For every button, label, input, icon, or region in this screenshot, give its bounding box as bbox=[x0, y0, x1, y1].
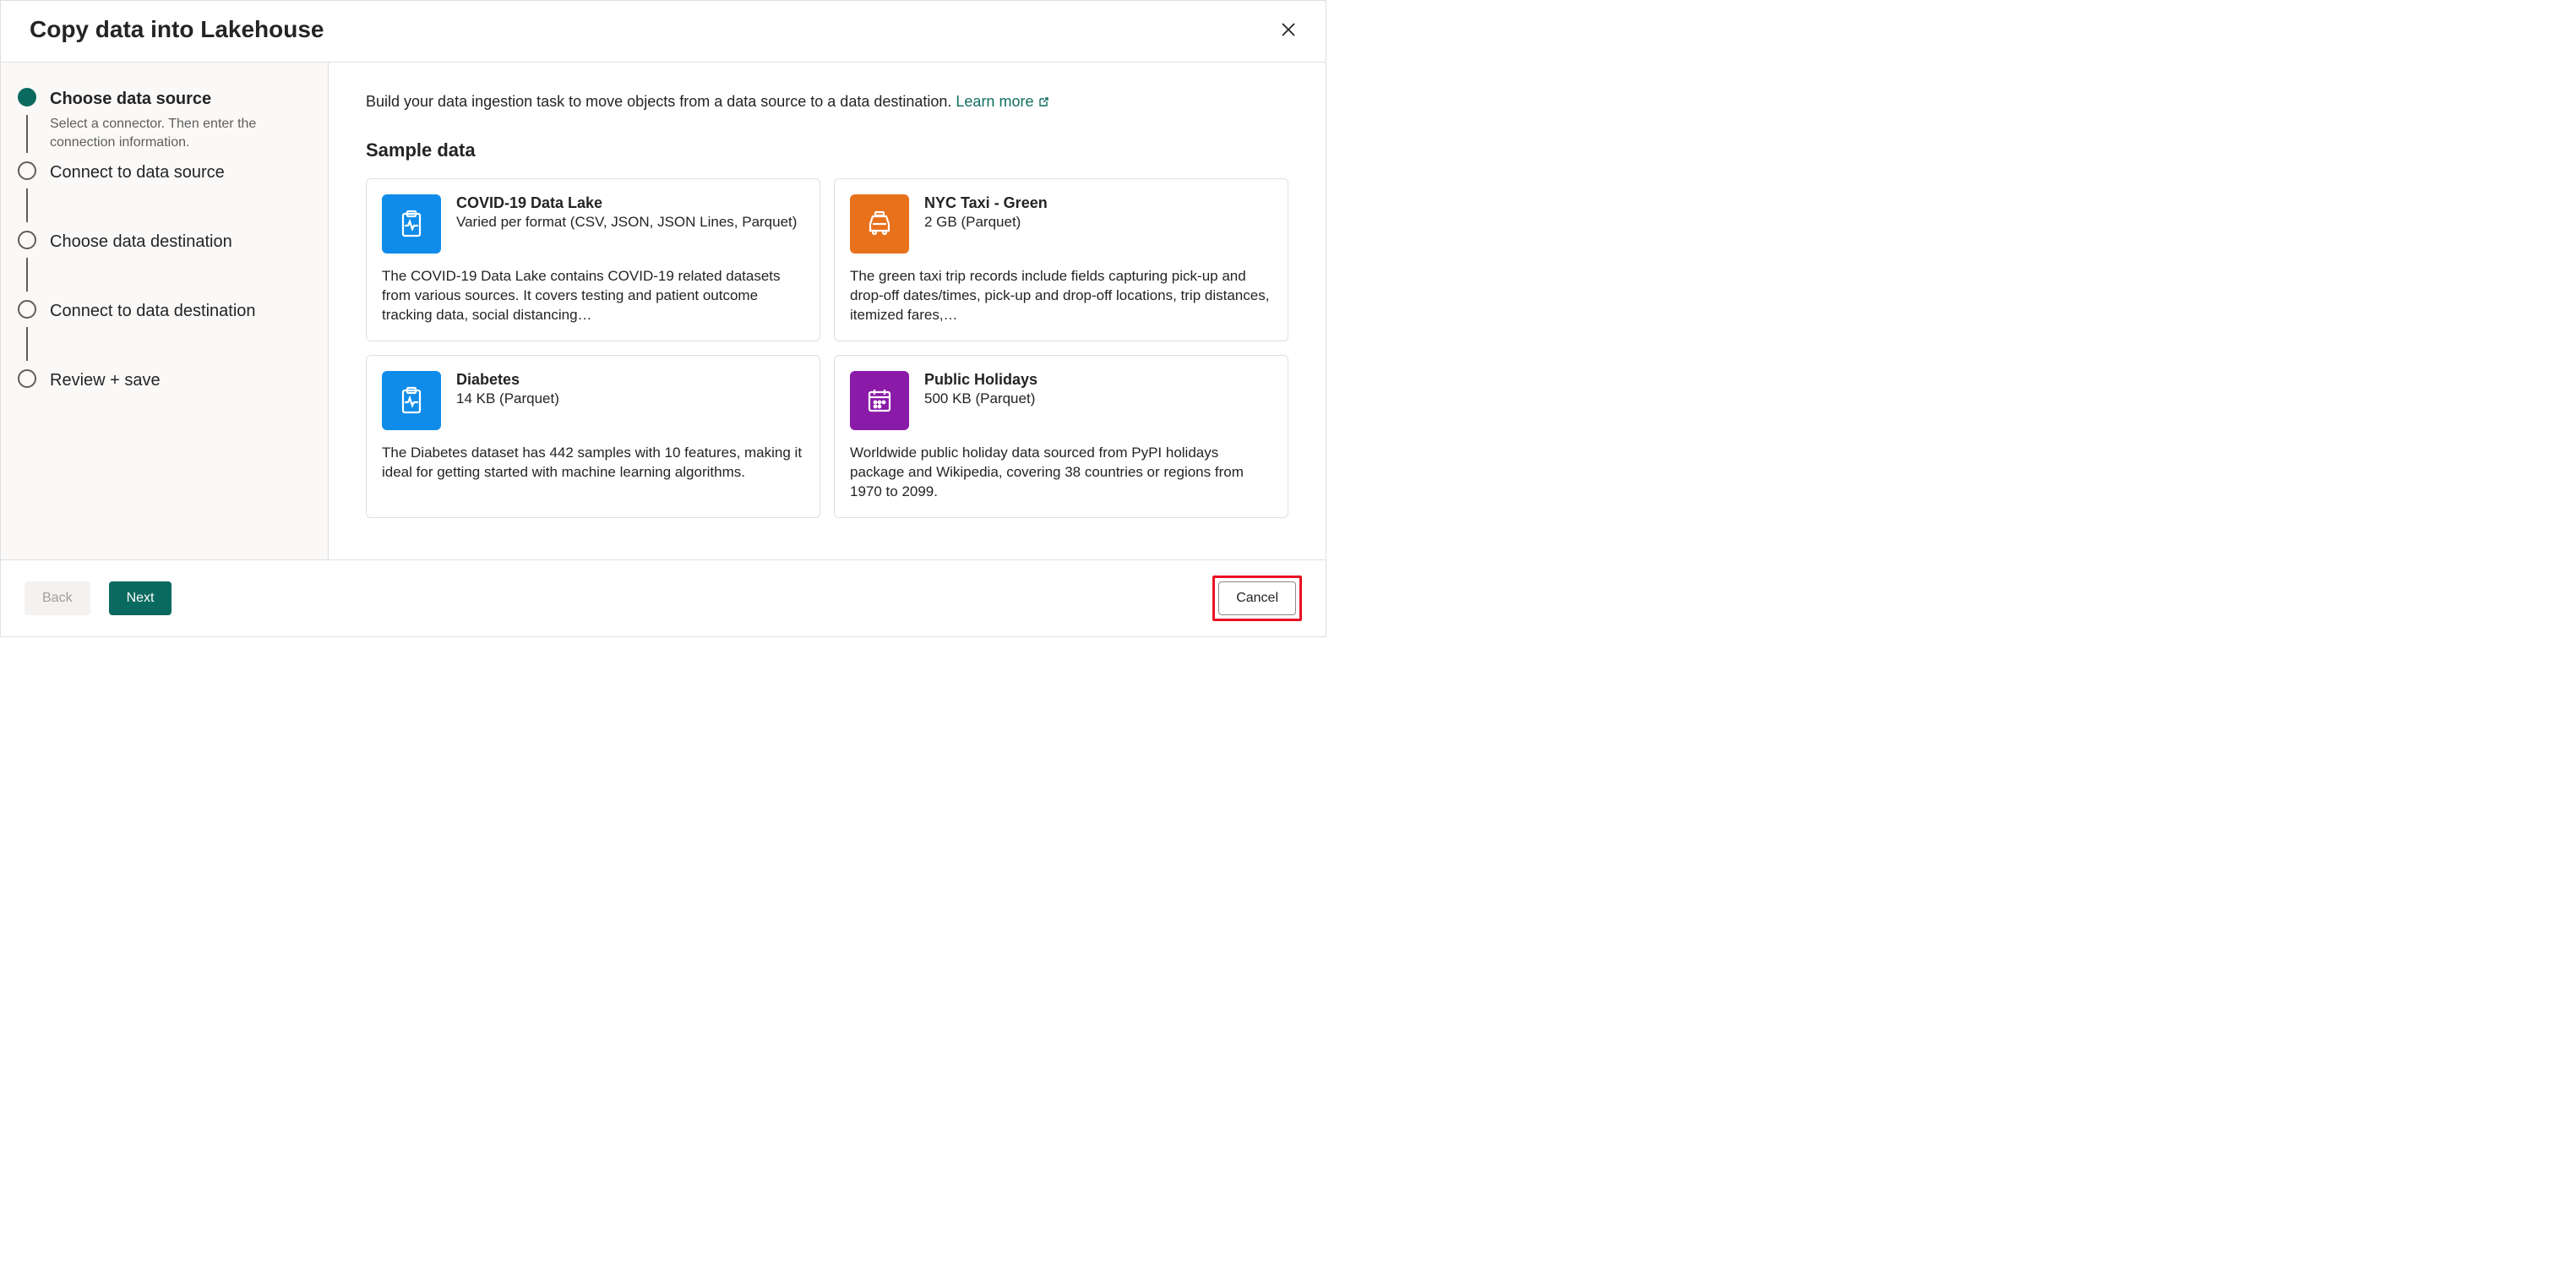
learn-more-link[interactable]: Learn more bbox=[956, 93, 1050, 111]
step-title: Connect to data destination bbox=[50, 300, 256, 322]
card-subtitle: 2 GB (Parquet) bbox=[924, 214, 1048, 231]
card-subtitle: 14 KB (Parquet) bbox=[456, 390, 559, 407]
main-content: Build your data ingestion task to move o… bbox=[329, 63, 1326, 559]
card-nyc-taxi-green[interactable]: NYC Taxi - Green 2 GB (Parquet) The gree… bbox=[834, 178, 1288, 341]
step-dot-icon bbox=[18, 231, 36, 249]
card-title: Public Holidays bbox=[924, 371, 1037, 389]
step-title: Review + save bbox=[50, 369, 161, 391]
card-covid-19-data-lake[interactable]: COVID-19 Data Lake Varied per format (CS… bbox=[366, 178, 820, 341]
cancel-button-highlight: Cancel bbox=[1212, 575, 1302, 621]
step-dot-icon bbox=[18, 161, 36, 180]
card-description: The Diabetes dataset has 442 samples wit… bbox=[382, 444, 804, 483]
step-choose-data-source[interactable]: Choose data source Select a connector. T… bbox=[18, 88, 311, 161]
cancel-button[interactable]: Cancel bbox=[1218, 581, 1296, 615]
calendar-icon bbox=[850, 371, 909, 430]
card-diabetes[interactable]: Diabetes 14 KB (Parquet) The Diabetes da… bbox=[366, 355, 820, 518]
step-dot-icon bbox=[18, 88, 36, 106]
step-description: Select a connector. Then enter the conne… bbox=[50, 115, 286, 151]
sample-data-cards: COVID-19 Data Lake Varied per format (CS… bbox=[366, 178, 1288, 518]
step-connect-to-data-source[interactable]: Connect to data source bbox=[18, 161, 311, 231]
copy-data-modal: Copy data into Lakehouse Choose data sou… bbox=[0, 0, 1326, 637]
modal-body: Choose data source Select a connector. T… bbox=[1, 63, 1326, 559]
step-title: Choose data source bbox=[50, 88, 286, 110]
modal-header: Copy data into Lakehouse bbox=[1, 1, 1326, 63]
external-link-icon bbox=[1037, 95, 1050, 109]
intro-text-span: Build your data ingestion task to move o… bbox=[366, 93, 956, 110]
wizard-steps: Choose data source Select a connector. T… bbox=[18, 88, 311, 401]
clipboard-pulse-icon bbox=[382, 371, 441, 430]
step-title: Connect to data source bbox=[50, 161, 225, 183]
step-review-save[interactable]: Review + save bbox=[18, 369, 311, 401]
taxi-icon bbox=[850, 194, 909, 254]
learn-more-label: Learn more bbox=[956, 93, 1033, 111]
card-public-holidays[interactable]: Public Holidays 500 KB (Parquet) Worldwi… bbox=[834, 355, 1288, 518]
step-dot-icon bbox=[18, 369, 36, 388]
back-button: Back bbox=[25, 581, 90, 615]
intro-text: Build your data ingestion task to move o… bbox=[366, 93, 1288, 111]
card-title: NYC Taxi - Green bbox=[924, 194, 1048, 212]
card-subtitle: 500 KB (Parquet) bbox=[924, 390, 1037, 407]
modal-footer: Back Next Cancel bbox=[1, 559, 1326, 636]
next-button[interactable]: Next bbox=[109, 581, 172, 615]
card-title: COVID-19 Data Lake bbox=[456, 194, 797, 212]
card-description: Worldwide public holiday data sourced fr… bbox=[850, 444, 1272, 502]
card-description: The COVID-19 Data Lake contains COVID-19… bbox=[382, 267, 804, 325]
card-subtitle: Varied per format (CSV, JSON, JSON Lines… bbox=[456, 214, 797, 231]
step-dot-icon bbox=[18, 300, 36, 319]
wizard-sidebar: Choose data source Select a connector. T… bbox=[1, 63, 329, 559]
clipboard-pulse-icon bbox=[382, 194, 441, 254]
step-title: Choose data destination bbox=[50, 231, 232, 253]
card-description: The green taxi trip records include fiel… bbox=[850, 267, 1272, 325]
card-title: Diabetes bbox=[456, 371, 559, 389]
step-choose-data-destination[interactable]: Choose data destination bbox=[18, 231, 311, 300]
step-connect-to-data-destination[interactable]: Connect to data destination bbox=[18, 300, 311, 369]
sample-data-heading: Sample data bbox=[366, 139, 1288, 161]
close-button[interactable] bbox=[1277, 18, 1300, 41]
modal-title: Copy data into Lakehouse bbox=[30, 16, 324, 43]
close-icon bbox=[1280, 21, 1297, 38]
